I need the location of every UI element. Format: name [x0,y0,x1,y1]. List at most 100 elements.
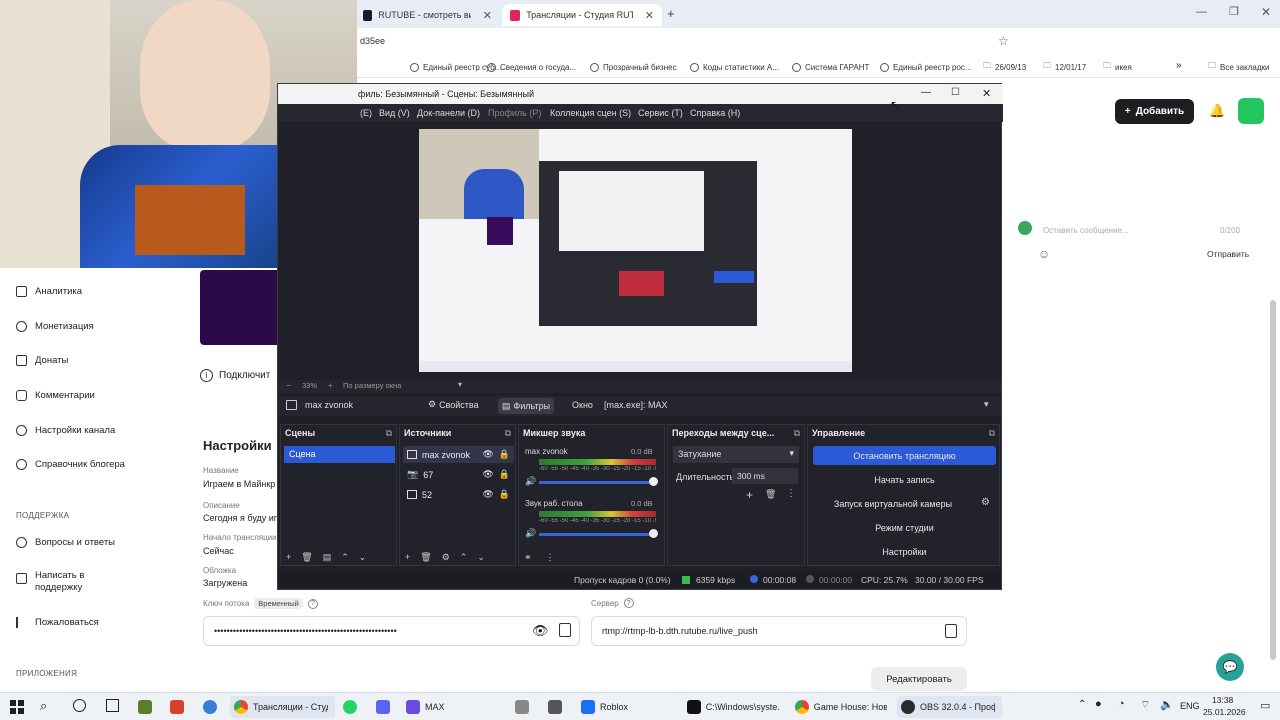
help-icon[interactable]: ? [307,598,318,609]
maximize-icon[interactable]: ☐ [951,87,960,98]
dock-undock-icon[interactable]: ⧉ [794,428,800,439]
properties-button[interactable]: ⚙ Свойства [428,399,479,410]
tab-studio[interactable]: Трансляции - Студия RUTUBE ✕ [502,4,662,26]
cortana-icon[interactable] [73,699,86,712]
zoom-fit[interactable]: По размеру окна [343,381,401,390]
sidebar-item-comments[interactable]: Комментарии [16,386,95,404]
minecraft-icon[interactable] [138,700,152,714]
volume-slider[interactable] [539,533,656,536]
filter-icon[interactable]: ▤ [323,552,332,563]
settings-button[interactable]: Настройки [813,542,996,561]
delete-icon[interactable]: 🗑 [765,489,776,500]
close-icon[interactable]: ✕ [483,9,492,22]
wifi-icon[interactable]: ⌔ [1140,698,1150,712]
clock-date[interactable]: 25.01.2026 [1203,707,1246,717]
dock-undock-icon[interactable]: ⧉ [505,428,511,439]
app-tray-icon[interactable]: ● [1095,698,1102,710]
arrow-down-icon[interactable]: ⌄ [359,552,367,563]
lock-icon[interactable]: 🔒 [499,489,510,500]
all-bookmarks[interactable]: 🗀 Все закладки [1208,59,1269,75]
volume-slider-handle[interactable] [649,529,658,538]
close-icon[interactable]: ✕ [982,87,991,100]
taskbar-item-game-house[interactable]: Game House: Ново... [791,696,891,718]
sidebar-item-write-support[interactable]: Написать в поддержку [16,570,115,598]
pdf-app-icon[interactable] [170,700,184,714]
url-text[interactable]: d35ee [360,36,385,46]
minimize-icon[interactable]: — [921,87,931,98]
taskbar-item-max[interactable]: MAX [402,696,462,718]
add-icon[interactable]: + [405,552,410,562]
duration-input[interactable]: 300 ms [732,468,798,484]
sidebar-item-analytics[interactable]: Аналитика [16,282,82,300]
menu-dots-icon[interactable]: ⋮ [786,488,796,499]
minimize-icon[interactable]: — [1196,6,1207,18]
field-value[interactable]: Сегодня я буду иг [203,513,278,523]
eye-icon[interactable]: 👁 [482,489,493,500]
menu-edit[interactable]: (E) [360,108,372,118]
camera-app-icon[interactable] [548,700,562,714]
bookmark-item[interactable]: Единый реестр рос... [880,59,972,75]
taskbar-item-obs[interactable]: OBS 32.0.4 - Проф... [897,696,1002,718]
volume-slider[interactable] [539,481,656,484]
lock-icon[interactable]: 🔒 [499,449,510,460]
bookmark-item[interactable]: Прозрачный бизнес [590,59,677,75]
sidebar-item-blogger-guide[interactable]: Справочник блогера [16,455,125,473]
menu-tools[interactable]: Сервис (T) [638,108,683,118]
clock-time[interactable]: 13:38 [1212,695,1233,705]
close-icon[interactable]: ✕ [645,9,654,22]
add-icon[interactable]: + [746,488,753,502]
edit-button[interactable]: Редактировать [871,667,967,691]
chevron-down-icon[interactable]: ▾ [458,380,462,389]
menu-scene-collection[interactable]: Коллекция сцен (S) [550,108,631,118]
copy-icon[interactable] [559,623,571,637]
start-virtual-camera-button[interactable]: Запуск виртуальной камеры [813,494,973,513]
notifications-icon[interactable]: ▭ [1260,699,1270,712]
bookmark-folder[interactable]: 🗀 12/01/17 [1043,59,1086,75]
menu-view[interactable]: Вид (V) [379,108,410,118]
add-button[interactable]: + Добавить [1115,99,1194,124]
source-item[interactable]: 52 👁 🔒 [403,486,514,503]
gear-icon[interactable]: ⚙ [442,552,450,563]
menu-help[interactable]: Справка (H) [690,108,740,118]
field-value[interactable]: Играем в Майнкр [203,479,278,489]
app-icon[interactable] [515,700,529,714]
emoji-icon[interactable]: ☺ [1038,247,1050,261]
transition-select[interactable]: Затухание ▾ [673,446,799,463]
menu-profile[interactable]: Профиль (P) [488,108,541,118]
bookmark-item[interactable]: Сведения о госуда... [487,59,576,75]
sidebar-item-donations[interactable]: Донаты [16,351,68,369]
copy-icon[interactable] [945,624,957,638]
page-scrollbar[interactable] [1270,300,1276,660]
task-view-icon[interactable] [106,699,119,712]
add-icon[interactable]: + [286,552,291,562]
menu-docks[interactable]: Док-панели (D) [417,108,480,118]
bookmark-item[interactable]: Коды статистики А... [690,59,779,75]
start-recording-button[interactable]: Начать запись [813,470,996,489]
app-icon[interactable] [203,700,217,714]
network-icon[interactable]: ◔ [1118,698,1125,710]
eye-icon[interactable]: 👁 [532,623,549,639]
taskbar-item-chrome[interactable]: Трансляции - Студ... [230,696,335,718]
chevron-up-icon[interactable]: ⌃ [1078,699,1086,710]
studio-mode-button[interactable]: Режим студии [813,518,996,537]
arrow-up-icon[interactable]: ⌃ [460,552,468,563]
chat-input[interactable]: Оставить сообщение... [1043,226,1129,235]
chat-send-button[interactable]: Отправить [1207,249,1249,259]
dock-undock-icon[interactable]: ⧉ [989,428,995,439]
preview-area[interactable] [278,122,1001,380]
stream-key-field[interactable]: ••••••••••••••••••••••••••••••••••••••••… [203,616,580,646]
link-icon[interactable]: ⚭ [524,552,532,563]
sidebar-item-channel-settings[interactable]: Настройки канала [16,421,115,439]
language-indicator[interactable]: ENG [1180,701,1200,711]
sidebar-item-faq[interactable]: Вопросы и ответы [16,533,115,551]
support-chat-icon[interactable]: 💬 [1216,653,1244,681]
whatsapp-icon[interactable] [343,700,357,714]
help-icon[interactable]: ? [623,598,634,608]
delete-icon[interactable]: 🗑 [301,552,312,563]
notifications-bell-icon[interactable]: 🔔 [1209,103,1225,119]
source-item[interactable]: max zvonok 👁 🔒 [403,446,514,463]
zoom-minus-icon[interactable]: − [286,381,291,390]
stop-streaming-button[interactable]: Остановить трансляцию [813,446,996,465]
bookmark-item[interactable]: Система ГАРАНТ [792,59,869,75]
tab-rutube[interactable]: RUTUBE - смотреть видео он ✕ [355,4,500,26]
